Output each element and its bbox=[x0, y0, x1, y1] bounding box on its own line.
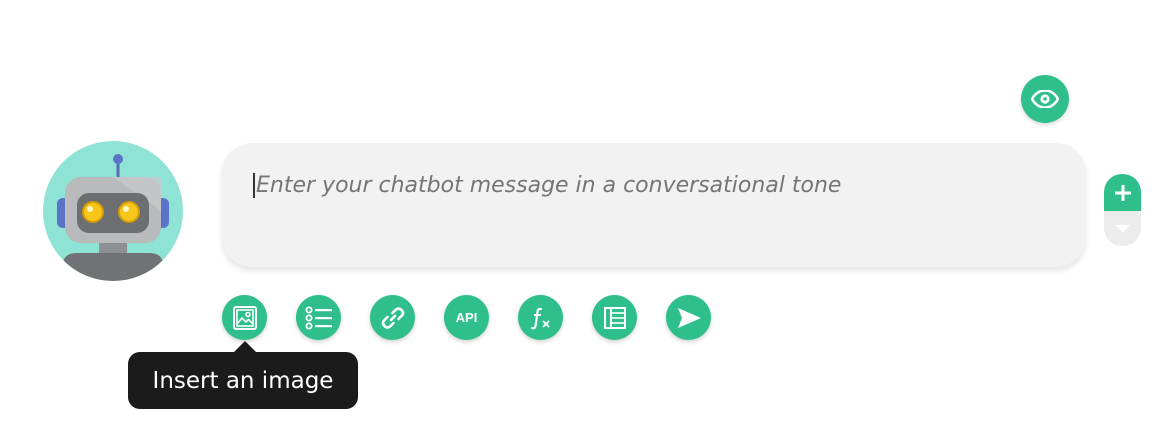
insert-list-button[interactable] bbox=[296, 295, 341, 340]
send-button[interactable] bbox=[666, 295, 711, 340]
tooltip-text: Insert an image bbox=[152, 367, 334, 394]
chatbot-message-editor: API Insert an bbox=[0, 0, 1174, 442]
insert-table-button[interactable] bbox=[592, 295, 637, 340]
api-icon: API bbox=[455, 310, 478, 325]
image-icon bbox=[232, 305, 257, 330]
plus-icon bbox=[1114, 184, 1131, 201]
tooltip-arrow bbox=[234, 341, 256, 352]
insert-function-button[interactable] bbox=[518, 295, 563, 340]
text-caret bbox=[253, 173, 255, 198]
link-icon bbox=[381, 306, 404, 329]
insert-api-button[interactable]: API bbox=[444, 295, 489, 340]
preview-button[interactable] bbox=[1021, 75, 1069, 123]
insert-link-button[interactable] bbox=[370, 295, 415, 340]
send-icon bbox=[677, 307, 701, 328]
eye-icon bbox=[1031, 90, 1059, 108]
add-message-button[interactable] bbox=[1104, 174, 1141, 211]
table-icon bbox=[603, 306, 626, 329]
more-options-button[interactable] bbox=[1104, 211, 1141, 246]
robot-avatar-icon bbox=[57, 154, 169, 281]
insert-image-tooltip: Insert an image bbox=[128, 352, 358, 409]
function-icon bbox=[530, 307, 550, 329]
message-composer bbox=[222, 143, 1086, 267]
insert-image-button[interactable] bbox=[222, 295, 267, 340]
chevron-down-icon bbox=[1115, 224, 1130, 233]
message-input[interactable] bbox=[254, 167, 1058, 203]
message-side-controls bbox=[1104, 174, 1141, 246]
bot-avatar bbox=[43, 141, 183, 281]
list-icon bbox=[305, 306, 332, 329]
